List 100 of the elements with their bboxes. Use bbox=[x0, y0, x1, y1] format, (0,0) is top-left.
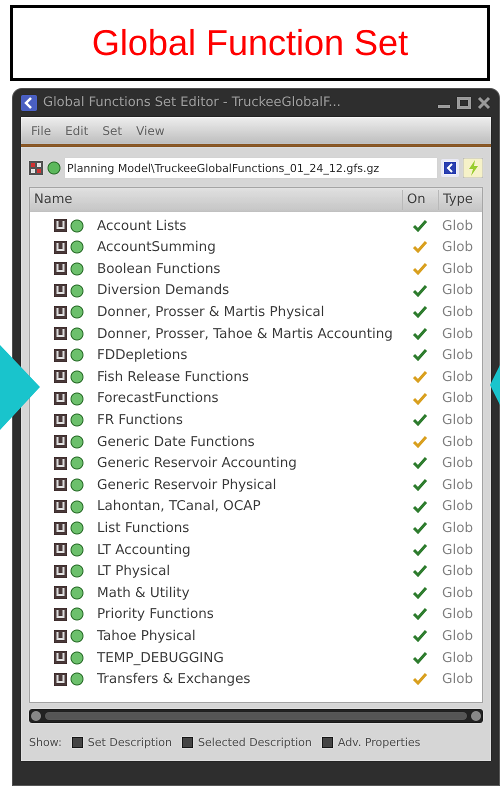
globe-icon bbox=[70, 392, 84, 406]
globe-icon bbox=[70, 629, 84, 644]
function-name[interactable]: TEMP_DEBUGGING bbox=[97, 648, 224, 668]
check-icon[interactable] bbox=[413, 500, 427, 513]
globe-icon bbox=[70, 413, 84, 428]
checkbox[interactable] bbox=[182, 737, 194, 748]
function-name[interactable]: List Functions bbox=[97, 518, 190, 538]
unit-icon bbox=[54, 651, 67, 664]
unit-icon bbox=[54, 456, 67, 470]
function-name[interactable]: Generic Date Functions bbox=[97, 432, 255, 452]
check-icon[interactable] bbox=[413, 544, 427, 556]
check-icon[interactable] bbox=[413, 241, 427, 254]
globe-icon bbox=[47, 161, 61, 175]
unit-icon bbox=[54, 522, 67, 535]
function-name[interactable]: FDDepletions bbox=[97, 345, 188, 366]
function-name[interactable]: LT Physical bbox=[97, 561, 170, 582]
menu-item[interactable]: Edit bbox=[65, 122, 88, 140]
check-icon[interactable] bbox=[413, 630, 427, 642]
grid-icon bbox=[29, 161, 43, 175]
right-arrow-marker-icon bbox=[490, 365, 500, 405]
column-header[interactable]: Name bbox=[30, 190, 402, 210]
globe-icon bbox=[70, 284, 84, 298]
check-icon[interactable] bbox=[413, 436, 427, 448]
unit-icon bbox=[54, 240, 67, 254]
type-text: Glob bbox=[441, 476, 474, 495]
function-name[interactable]: Math & Utility bbox=[97, 582, 190, 604]
column-header[interactable]: On bbox=[402, 190, 438, 210]
type-text: Glob bbox=[441, 346, 474, 366]
check-icon[interactable] bbox=[413, 522, 427, 534]
function-name[interactable]: Donner, Prosser, Tahoe & Martis Accounting bbox=[97, 324, 393, 344]
globe-icon bbox=[70, 218, 84, 233]
menu-item[interactable]: File bbox=[31, 122, 52, 140]
unit-icon bbox=[54, 392, 67, 406]
type-text: Glob bbox=[441, 368, 474, 387]
open-file-icon[interactable] bbox=[441, 159, 459, 177]
check-icon[interactable] bbox=[413, 306, 427, 318]
check-icon[interactable] bbox=[413, 586, 427, 599]
function-name[interactable]: Generic Reservoir Physical bbox=[97, 474, 276, 496]
path-field[interactable]: Planning Model\TruckeeGlobalFunctions_01_24_12.gfs.gz bbox=[65, 158, 437, 178]
type-text: Glob bbox=[441, 605, 474, 624]
check-icon[interactable] bbox=[413, 349, 427, 362]
function-name[interactable]: Diversion Demands bbox=[97, 280, 230, 301]
function-name[interactable]: Tahoe Physical bbox=[97, 626, 196, 646]
checkbox-label[interactable]: Adv. Properties bbox=[338, 734, 420, 751]
globe-icon bbox=[70, 348, 84, 362]
check-icon[interactable] bbox=[413, 608, 427, 620]
check-icon[interactable] bbox=[413, 652, 427, 664]
maximize-icon[interactable] bbox=[457, 96, 471, 110]
function-name[interactable]: AccountSumming bbox=[97, 237, 216, 258]
function-name[interactable]: Fish Release Functions bbox=[97, 366, 249, 388]
function-name[interactable]: FR Functions bbox=[97, 410, 183, 430]
unit-icon bbox=[54, 414, 67, 427]
check-icon[interactable] bbox=[413, 457, 427, 470]
scrollbar[interactable] bbox=[29, 708, 483, 722]
globe-icon bbox=[70, 456, 84, 470]
menu-item[interactable]: View bbox=[136, 122, 165, 140]
unit-icon bbox=[54, 306, 67, 319]
unit-icon bbox=[54, 435, 67, 448]
function-name[interactable]: Lahontan, TCanal, OCAP bbox=[97, 496, 261, 517]
check-icon[interactable] bbox=[413, 284, 427, 297]
check-icon[interactable] bbox=[413, 392, 427, 405]
globe-icon bbox=[70, 586, 84, 600]
unit-icon bbox=[54, 672, 67, 686]
function-name[interactable]: Account Lists bbox=[97, 216, 186, 236]
globe-icon bbox=[70, 326, 84, 341]
type-text: Glob bbox=[441, 303, 474, 322]
column-header[interactable]: Type bbox=[438, 190, 482, 210]
function-name[interactable]: ForecastFunctions bbox=[97, 388, 219, 409]
menu-item[interactable]: Set bbox=[102, 122, 122, 140]
type-text: Glob bbox=[441, 411, 474, 430]
show-label: Show: bbox=[29, 734, 62, 750]
checkbox[interactable] bbox=[72, 737, 83, 748]
checkbox-label[interactable]: Set Description bbox=[88, 734, 172, 751]
function-name[interactable]: Donner, Prosser & Martis Physical bbox=[97, 302, 324, 322]
type-text: Glob bbox=[441, 238, 474, 258]
check-icon[interactable] bbox=[413, 565, 427, 578]
unit-icon bbox=[54, 500, 67, 514]
left-arrow-marker-icon bbox=[0, 345, 40, 430]
close-icon[interactable] bbox=[477, 96, 491, 110]
slide-title: Global Function Set bbox=[10, 5, 490, 81]
globe-icon bbox=[70, 434, 84, 449]
checkbox-label[interactable]: Selected Description bbox=[198, 734, 312, 751]
check-icon[interactable] bbox=[413, 262, 427, 275]
check-icon[interactable] bbox=[413, 370, 427, 383]
function-name[interactable]: Transfers & Exchanges bbox=[97, 669, 250, 690]
check-icon[interactable] bbox=[413, 414, 427, 426]
checkbox[interactable] bbox=[322, 737, 333, 748]
check-icon[interactable] bbox=[413, 220, 427, 232]
type-text: Glob bbox=[441, 562, 474, 582]
globe-icon bbox=[70, 478, 84, 492]
globe-icon bbox=[70, 607, 84, 622]
check-icon[interactable] bbox=[413, 328, 427, 340]
function-name[interactable]: Generic Reservoir Accounting bbox=[97, 453, 297, 474]
function-name[interactable]: LT Accounting bbox=[97, 540, 191, 560]
globe-icon bbox=[70, 521, 84, 536]
type-text: Glob bbox=[441, 670, 474, 690]
check-icon[interactable] bbox=[413, 478, 427, 491]
function-name[interactable]: Priority Functions bbox=[97, 604, 214, 625]
check-icon[interactable] bbox=[413, 673, 427, 686]
function-name[interactable]: Boolean Functions bbox=[97, 258, 220, 280]
